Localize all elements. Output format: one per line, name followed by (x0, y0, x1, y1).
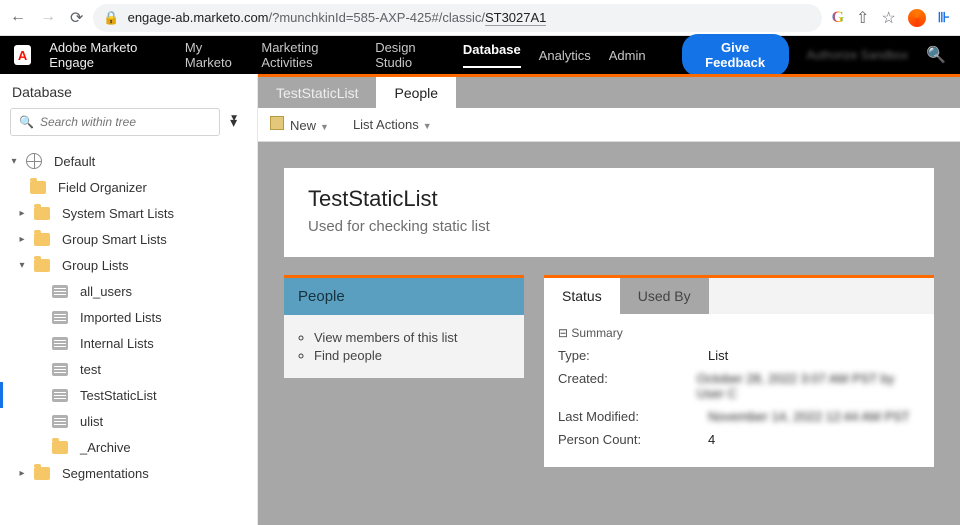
folder-icon (34, 467, 50, 480)
search-icon: 🔍 (19, 115, 34, 129)
tree-node[interactable]: ▾ Group Lists (0, 252, 257, 278)
address-bar[interactable]: 🔒 engage-ab.marketo.com/?munchkinId=585-… (93, 4, 821, 32)
folder-icon (52, 441, 68, 454)
list-icon (52, 311, 68, 324)
tree-node[interactable]: ▸ Segmentations (0, 460, 257, 486)
nav-analytics[interactable]: Analytics (539, 48, 591, 63)
tree-node-label: test (80, 362, 101, 377)
tree-node-label: Internal Lists (80, 336, 154, 351)
breadcrumb-people[interactable]: People (376, 77, 456, 108)
status-value: October 28, 2022 3:07 AM PST by User C (697, 371, 920, 401)
tree-node-label: System Smart Lists (62, 206, 174, 221)
page-desc: Used for checking static list (308, 218, 910, 235)
forward-icon[interactable]: → (40, 8, 56, 28)
tree-node-label: ulist (80, 414, 103, 429)
tree-node[interactable]: ▸ System Smart Lists (0, 200, 257, 226)
tree-node[interactable]: all_users (0, 278, 257, 304)
folder-icon (34, 207, 50, 220)
tree-node[interactable]: _Archive (0, 434, 257, 460)
global-search-icon[interactable]: 🔍 (926, 45, 946, 65)
people-link-find-people[interactable]: Find people (314, 348, 508, 363)
adobe-logo: A (14, 45, 31, 65)
tree-node[interactable]: Field Organizer (0, 174, 257, 200)
folder-icon (30, 181, 46, 194)
list-icon (52, 363, 68, 376)
lock-icon: 🔒 (103, 10, 119, 26)
globe-icon (26, 153, 42, 169)
tree-node[interactable]: Internal Lists (0, 330, 257, 356)
new-icon (270, 116, 284, 130)
people-link-view-members[interactable]: View members of this list (314, 330, 508, 345)
reload-icon[interactable]: ⟳ (70, 8, 83, 28)
sidebar-title: Database (0, 74, 257, 108)
give-feedback-button[interactable]: Give Feedback (682, 34, 789, 76)
status-row: Type:List (558, 348, 920, 363)
filter-icon[interactable]: ▾▼ (230, 114, 247, 131)
new-button[interactable]: New▼ (270, 116, 329, 133)
status-row: Person Count:4 (558, 432, 920, 447)
product-name: Adobe Marketo Engage (49, 40, 167, 70)
extension-icon-1[interactable] (908, 9, 926, 27)
nav-admin[interactable]: Admin (609, 48, 646, 63)
status-key: Last Modified: (558, 409, 708, 424)
people-panel-head: People (284, 275, 524, 315)
tree-node[interactable]: Imported Lists (0, 304, 257, 330)
extension-icon-2[interactable]: ⊪ (938, 9, 950, 26)
back-icon[interactable]: ← (10, 8, 26, 28)
tree-node[interactable]: ulist (0, 408, 257, 434)
tree-search-field[interactable] (40, 115, 211, 129)
status-row: Last Modified:November 14, 2022 12:44 AM… (558, 409, 920, 424)
tree-node-label: TestStaticList (80, 388, 157, 403)
tree-node[interactable]: test (0, 356, 257, 382)
chevron-down-icon: ▾ (16, 260, 28, 271)
nav-database[interactable]: Database (463, 42, 521, 68)
bookmark-icon[interactable]: ☆ (881, 8, 895, 28)
chevron-right-icon: ▸ (16, 208, 28, 219)
tree-node-label: Imported Lists (80, 310, 162, 325)
chevron-right-icon: ▸ (16, 234, 28, 245)
status-key: Type: (558, 348, 708, 363)
list-icon (52, 415, 68, 428)
tree-node-label: Group Smart Lists (62, 232, 167, 247)
tree-search-input[interactable]: 🔍 (10, 108, 220, 136)
status-key: Person Count: (558, 432, 708, 447)
tab-used-by[interactable]: Used By (620, 278, 709, 314)
status-value: List (708, 348, 728, 363)
status-key: Created: (558, 371, 697, 401)
chevron-right-icon: ▸ (16, 468, 28, 479)
list-actions-button[interactable]: List Actions▼ (353, 117, 432, 132)
chevron-down-icon: ▼ (423, 121, 432, 131)
page-title: TestStaticList (308, 186, 910, 212)
nav-marketing-activities[interactable]: Marketing Activities (261, 40, 357, 70)
folder-icon (34, 233, 50, 246)
url-path: /?munchkinId=585-AXP-425#/classic/ (269, 10, 485, 25)
status-row: Created:October 28, 2022 3:07 AM PST by … (558, 371, 920, 401)
tree-node-label: Field Organizer (58, 180, 147, 195)
user-label: Authorize Sandbox (807, 48, 908, 62)
tree-node-label: _Archive (80, 440, 131, 455)
tree-node-label: Segmentations (62, 466, 149, 481)
tree-node[interactable]: TestStaticList (0, 382, 257, 408)
url-segment: ST3027A1 (485, 10, 546, 26)
folder-icon (34, 259, 50, 272)
list-icon (52, 389, 68, 402)
nav-my-marketo[interactable]: My Marketo (185, 40, 243, 70)
tab-status[interactable]: Status (544, 278, 620, 314)
tree-node-label: Group Lists (62, 258, 128, 273)
tree-node-label: all_users (80, 284, 132, 299)
tree-node[interactable]: ▸ Group Smart Lists (0, 226, 257, 252)
chevron-down-icon: ▾ (8, 156, 20, 167)
breadcrumb-list[interactable]: TestStaticList (258, 77, 376, 108)
chevron-down-icon: ▼ (320, 122, 329, 132)
share-icon[interactable]: ⇧ (856, 8, 869, 28)
summary-head[interactable]: Summary (558, 326, 920, 340)
url-host: engage-ab.marketo.com (128, 10, 269, 25)
status-value: November 14, 2022 12:44 AM PST (708, 409, 910, 424)
list-icon (52, 337, 68, 350)
status-value: 4 (708, 432, 715, 447)
tree-root[interactable]: ▾Default (0, 148, 257, 174)
google-icon[interactable]: G (832, 9, 844, 27)
list-icon (52, 285, 68, 298)
nav-design-studio[interactable]: Design Studio (375, 40, 445, 70)
